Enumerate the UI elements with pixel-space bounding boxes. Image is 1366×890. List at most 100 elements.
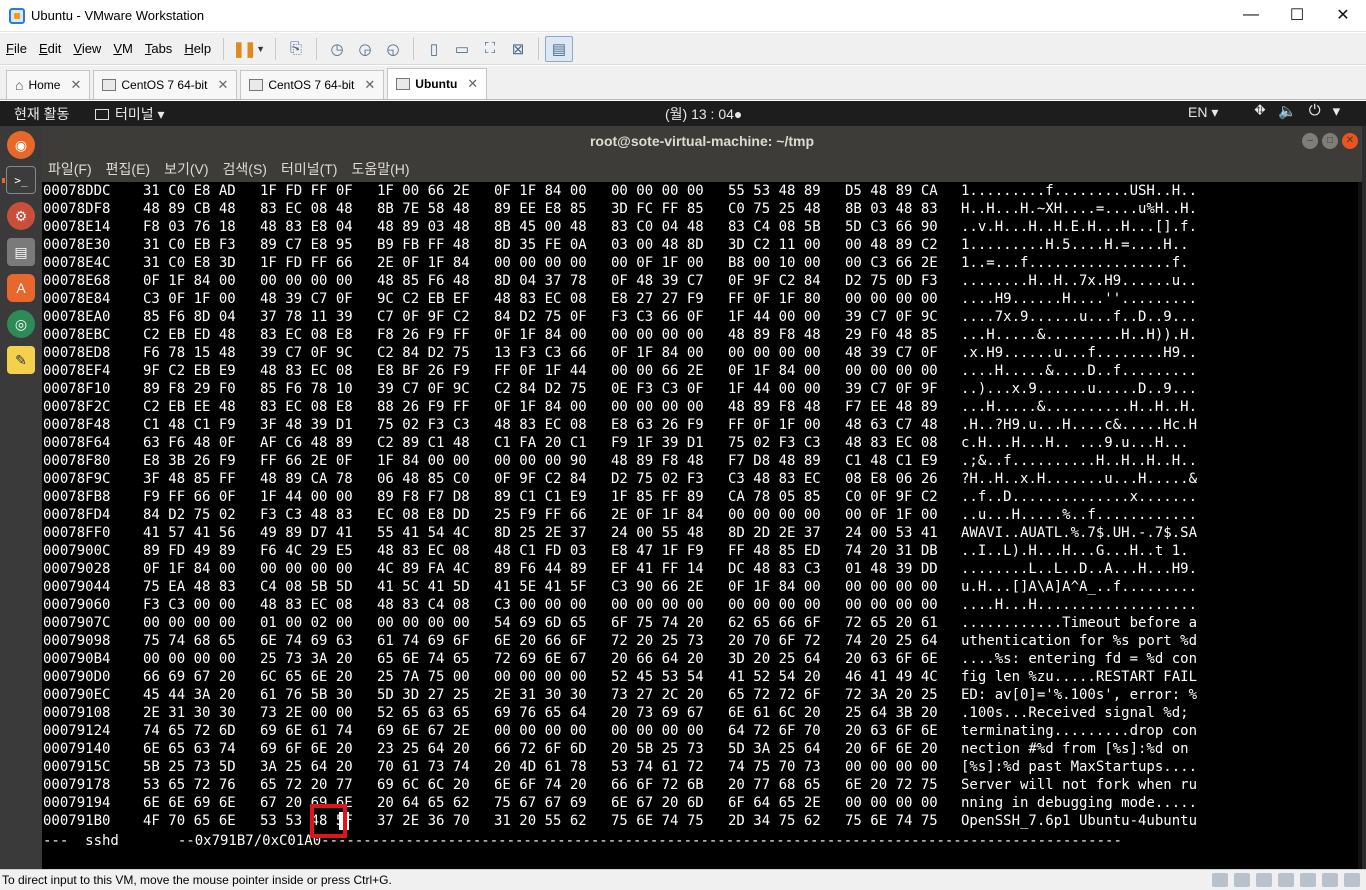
hex-byte-group[interactable]: C4 08 5B 5D <box>260 578 353 596</box>
hex-byte-group[interactable]: 20 63 6F 6E <box>845 650 938 668</box>
menu-edit[interactable]: Edit <box>33 41 67 56</box>
hex-byte-group[interactable]: 1F 44 00 00 <box>728 380 821 398</box>
menu-view[interactable]: View <box>67 41 107 56</box>
hex-byte-group[interactable]: 75 6E 74 75 <box>611 812 704 830</box>
hex-byte-group[interactable]: 48 83 EC 08 <box>845 434 938 452</box>
hex-byte-group[interactable]: F9 1F 39 D1 <box>611 434 704 452</box>
hex-byte-group[interactable]: 00 00 00 00 <box>611 722 704 740</box>
hex-byte-group[interactable]: 31 C0 E8 AD <box>143 182 236 200</box>
hex-byte-group[interactable]: 08 E8 06 26 <box>845 470 938 488</box>
hex-byte-group[interactable]: 41 5C 41 5D <box>377 578 470 596</box>
hex-byte-group[interactable]: 3D C2 11 00 <box>728 236 821 254</box>
hex-byte-group[interactable]: F8 26 F9 FF <box>377 326 470 344</box>
hex-byte-group[interactable]: 48 39 C7 0F <box>260 290 353 308</box>
chrome-icon[interactable]: ◎ <box>7 310 35 338</box>
hex-byte-group[interactable]: 39 C7 0F 9C <box>260 344 353 362</box>
hex-byte-group[interactable]: 0E F3 C3 0F <box>611 380 704 398</box>
minimize-button[interactable]: — <box>1228 0 1274 30</box>
hex-ascii[interactable]: H..H...H.~XH....=....u%H..H. <box>961 200 1197 218</box>
hex-byte-group[interactable]: F6 78 15 48 <box>143 344 236 362</box>
hex-byte-group[interactable]: 9C C2 EB EF <box>377 290 470 308</box>
hex-byte-group[interactable]: 31 C0 EB F3 <box>143 236 236 254</box>
revert-snapshot-icon[interactable]: ◶ <box>351 36 379 62</box>
hex-byte-group[interactable]: C1 48 C1 E9 <box>845 452 938 470</box>
hex-byte-group[interactable]: 1F 00 66 2E <box>377 182 470 200</box>
hex-byte-group[interactable]: 89 EE E8 85 <box>494 200 587 218</box>
hex-byte-group[interactable]: 0F 9F C2 84 <box>494 470 587 488</box>
hex-byte-group[interactable]: 69 6F 6E 20 <box>260 740 353 758</box>
hex-byte-group[interactable]: 73 27 2C 20 <box>611 686 704 704</box>
hex-byte-group[interactable]: 48 83 EC 08 <box>377 542 470 560</box>
hex-ascii[interactable]: 1.........f.........USH..H.. <box>961 182 1197 200</box>
software-center-icon[interactable]: A <box>7 274 35 302</box>
hex-byte-group[interactable]: 52 45 53 54 <box>611 668 704 686</box>
hex-ascii[interactable]: AWAVI..AUATL.%.7$.UH.-.7$.SA <box>961 524 1197 542</box>
hex-byte-group[interactable]: 48 83 C4 08 <box>377 596 470 614</box>
hex-ascii[interactable]: uthentication for %s port %d <box>961 632 1197 650</box>
hex-byte-group[interactable]: 64 72 6F 70 <box>728 722 821 740</box>
hex-byte-group[interactable]: 20 77 68 65 <box>728 776 821 794</box>
app-menu[interactable]: 터미널 ▾ <box>95 104 165 124</box>
hex-byte-group[interactable]: C3 48 83 EC <box>728 470 821 488</box>
hex-byte-group[interactable]: 83 C0 04 48 <box>611 218 704 236</box>
hex-byte-group[interactable]: 2E 31 30 30 <box>494 686 587 704</box>
send-ctrl-alt-del-icon[interactable]: ⎘ <box>282 36 310 62</box>
hex-byte-group[interactable]: 00 00 00 00 <box>611 182 704 200</box>
hex-byte-group[interactable]: F7 EE 48 89 <box>845 398 938 416</box>
hex-byte-group[interactable]: 48 C1 FD 03 <box>494 542 587 560</box>
hex-byte-group[interactable]: 6E 61 6C 20 <box>728 704 821 722</box>
hex-byte-group[interactable]: 6E 67 20 6D <box>611 794 704 812</box>
hex-byte-group[interactable]: 1F FD FF 0F <box>260 182 353 200</box>
hex-byte-group[interactable]: 2E 31 30 30 <box>143 704 236 722</box>
hex-byte-group[interactable]: 8D 04 37 78 <box>494 272 587 290</box>
thumbnail-bar-icon[interactable]: ▭ <box>448 36 476 62</box>
minimize-icon[interactable]: – <box>1302 133 1318 149</box>
hex-ascii[interactable]: ............Timeout before a <box>961 614 1197 632</box>
hex-byte-group[interactable]: 39 C7 0F 9C <box>377 380 470 398</box>
close-icon[interactable]: ✕ <box>1342 133 1358 149</box>
input-language[interactable]: EN ▾ <box>1188 104 1218 121</box>
hex-byte-group[interactable]: 6E 74 69 63 <box>260 632 353 650</box>
hex-byte-group[interactable]: 69 6C 6C 20 <box>377 776 470 794</box>
hex-byte-group[interactable]: 6E 6F 74 20 <box>494 776 587 794</box>
hex-byte-group[interactable]: 52 65 63 65 <box>377 704 470 722</box>
hex-byte-group[interactable]: 39 C7 0F 9F <box>845 380 938 398</box>
hex-byte-group[interactable]: C2 84 D2 75 <box>494 380 587 398</box>
hex-byte-group[interactable]: 20 4D 61 78 <box>494 758 587 776</box>
hex-byte-group[interactable]: 1F 84 00 00 <box>377 452 470 470</box>
system-tray[interactable]: ⛖ 🔈 ⏻ ▾ <box>1254 102 1340 120</box>
hex-byte-group[interactable]: 48 89 F8 48 <box>611 452 704 470</box>
hex-byte-group[interactable]: 01 48 39 DD <box>845 560 938 578</box>
hex-byte-group[interactable]: 20 6F 6E 20 <box>845 740 938 758</box>
hex-byte-group[interactable]: C1 48 C1 F9 <box>143 416 236 434</box>
console-view-icon[interactable]: ▤ <box>544 35 573 62</box>
close-icon[interactable]: ✕ <box>217 77 228 93</box>
hex-ascii[interactable]: ..u...H.....%..f............ <box>961 506 1197 524</box>
hex-byte-group[interactable]: 00 00 00 00 <box>611 398 704 416</box>
hex-byte-group[interactable]: 75 02 F3 C3 <box>377 416 470 434</box>
hex-byte-group[interactable]: 0F 1F 84 00 <box>143 272 236 290</box>
hex-ascii[interactable]: ........H..H..7x.H9......u.. <box>961 272 1197 290</box>
full-screen-icon[interactable]: ⛶ <box>476 36 504 62</box>
hex-byte-group[interactable]: 48 89 CB 48 <box>143 200 236 218</box>
hex-byte-group[interactable]: C3 0F 1F 00 <box>143 290 236 308</box>
hex-byte-group[interactable]: 55 53 48 89 <box>728 182 821 200</box>
menu-file[interactable]: File <box>0 41 33 56</box>
hex-byte-group[interactable]: 72 65 20 61 <box>845 614 938 632</box>
hex-ascii[interactable]: nection #%d from [%s]:%d on <box>961 740 1197 758</box>
hex-byte-group[interactable]: EC 08 E8 DD <box>377 506 470 524</box>
hex-byte-group[interactable]: 00 00 00 90 <box>494 452 587 470</box>
hex-byte-group[interactable]: 00 00 00 00 <box>845 758 938 776</box>
hex-byte-group[interactable]: AF C6 48 89 <box>260 434 353 452</box>
hex-byte-group[interactable]: 8D 35 FE 0A <box>494 236 587 254</box>
hex-ascii[interactable]: nning in debugging mode..... <box>961 794 1197 812</box>
hex-ascii[interactable]: .100s...Received signal %d; <box>961 704 1197 722</box>
hex-byte-group[interactable]: 3A 25 64 20 <box>260 758 353 776</box>
hex-byte-group[interactable]: 75 6E 74 75 <box>845 812 938 830</box>
tab-centos-2[interactable]: CentOS 7 64-bit ✕ <box>240 70 385 99</box>
hex-ascii[interactable]: c.H...H...H.. ...9.u...H... <box>961 434 1189 452</box>
hex-byte-group[interactable]: 20 5B 25 73 <box>611 740 704 758</box>
hex-byte-group[interactable]: 8B 45 00 48 <box>494 218 587 236</box>
take-snapshot-icon[interactable]: ◷ <box>323 36 351 62</box>
close-button[interactable]: ✕ <box>1320 0 1366 30</box>
